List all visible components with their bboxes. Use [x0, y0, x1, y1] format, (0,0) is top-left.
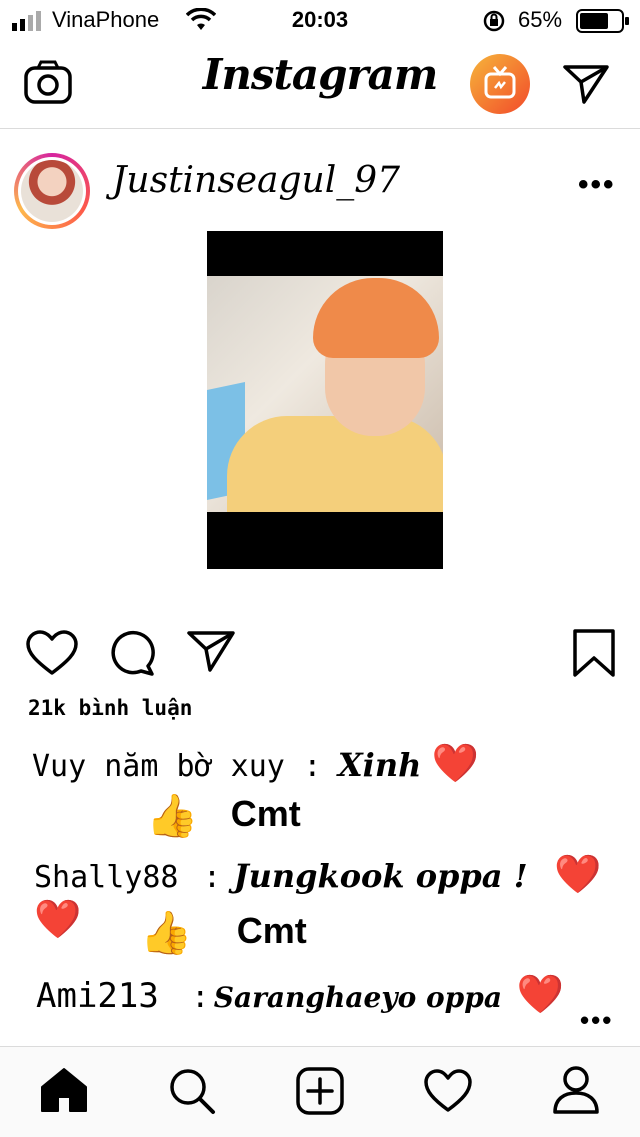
cmt-label: Cmt	[230, 793, 301, 834]
comment-username[interactable]: Ami213	[36, 976, 159, 1016]
like-icon[interactable]	[26, 630, 78, 676]
comment-text: Xinh	[337, 746, 422, 784]
instagram-logo[interactable]: Instagram	[0, 50, 640, 99]
comment-separator: :	[202, 860, 222, 895]
activity-icon[interactable]	[424, 1069, 472, 1113]
heart-emoji: ❤️	[431, 741, 480, 785]
post-username[interactable]: Justinseagul_97	[112, 160, 400, 201]
thumbs-up-icon: 👍	[140, 908, 193, 957]
bottom-tab-bar	[0, 1046, 640, 1137]
new-post-icon[interactable]	[296, 1067, 344, 1115]
rotation-lock-icon	[483, 10, 505, 32]
comment-row: Ami213 : Saranghaeyo oppa ❤️	[36, 972, 564, 1017]
comment-text: Saranghaeyo oppa	[213, 981, 502, 1014]
post-image[interactable]	[207, 231, 443, 569]
search-icon[interactable]	[168, 1067, 216, 1115]
top-nav-bar: Instagram	[0, 40, 640, 129]
comment-more-menu[interactable]: •••	[580, 1005, 613, 1036]
cmt-label: Cmt	[236, 910, 307, 951]
profile-icon[interactable]	[552, 1065, 600, 1115]
comment-separator: :	[191, 980, 210, 1015]
comment-count[interactable]: 21k bình luận	[28, 696, 192, 720]
comment-row: Vuy năm bờ xuy : Xinh ❤️	[32, 741, 479, 786]
comment-row: 👍 Cmt	[140, 908, 307, 958]
avatar[interactable]	[14, 153, 90, 229]
status-bar: VinaPhone 20:03 65%	[0, 0, 640, 40]
battery-icon	[576, 9, 629, 33]
post-photo	[207, 276, 443, 512]
battery-percent: 65%	[518, 7, 563, 32]
heart-emoji: ❤️	[516, 972, 564, 1016]
comment-row: 👍 Cmt	[146, 791, 301, 841]
comment-username[interactable]: Vuy năm bờ xuy	[32, 749, 285, 784]
share-icon[interactable]	[186, 630, 236, 674]
comment-separator: :	[303, 749, 322, 784]
bookmark-icon[interactable]	[572, 628, 616, 678]
comment-icon[interactable]	[108, 630, 156, 676]
igtv-icon[interactable]	[470, 54, 530, 114]
home-icon[interactable]	[40, 1067, 88, 1113]
comment-row: Shally88 : Jungkook oppa ! ❤️❤️	[34, 852, 640, 942]
comment-text: Jungkook oppa !	[233, 857, 528, 895]
thumbs-up-icon: 👍	[146, 791, 199, 840]
post-more-menu[interactable]: •••	[578, 168, 616, 202]
direct-message-icon[interactable]	[562, 62, 610, 106]
comment-username[interactable]: Shally88	[34, 860, 179, 895]
